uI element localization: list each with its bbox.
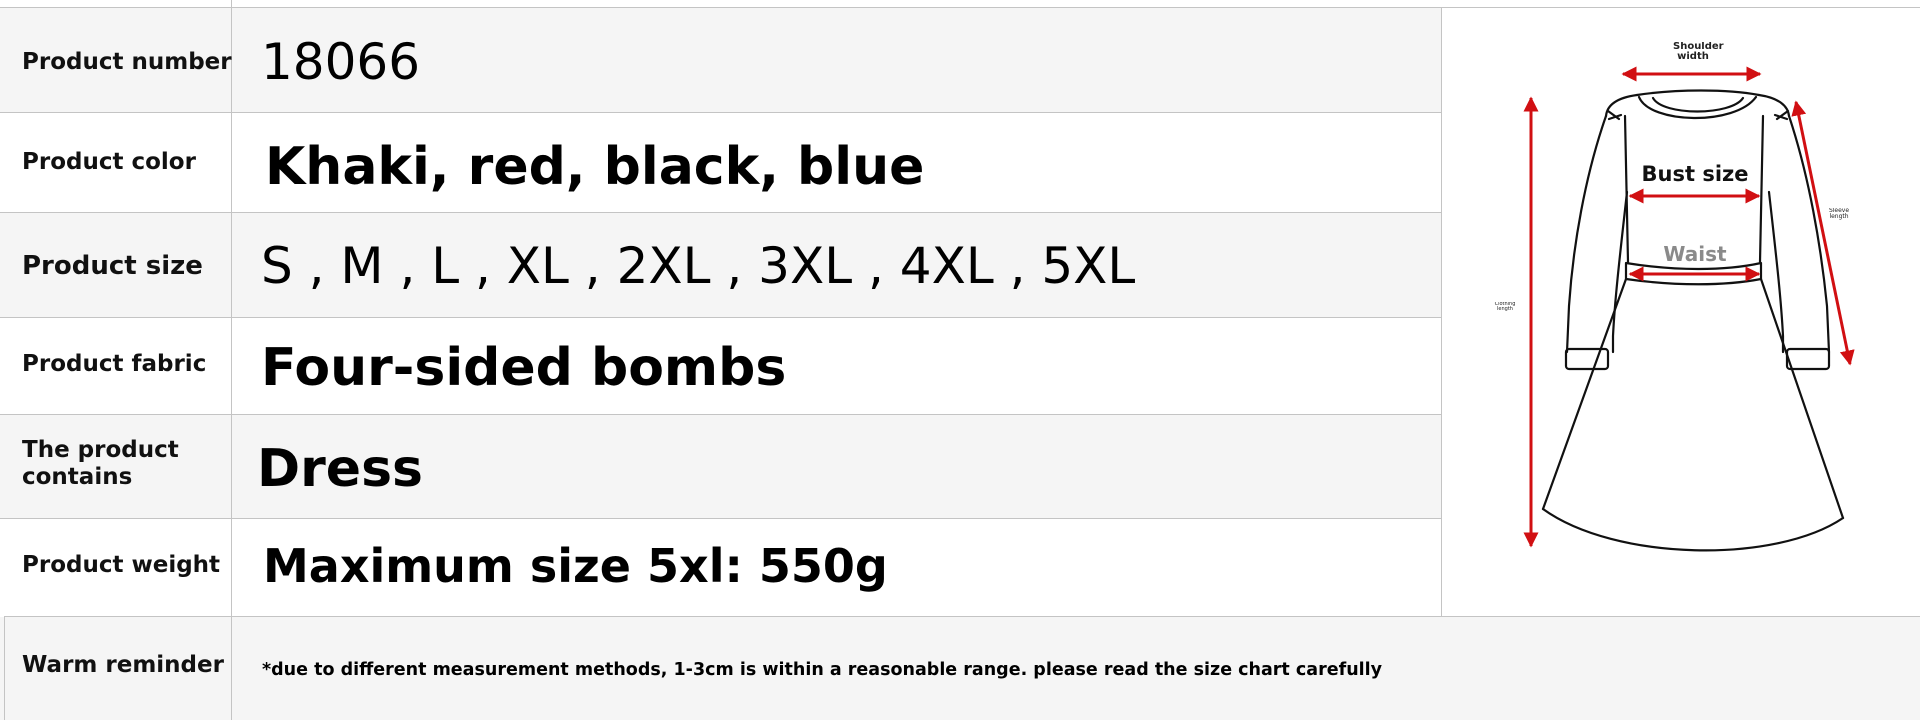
- label-product-number: Product number: [22, 49, 232, 75]
- right-sleeve-inner: [1767, 190, 1785, 354]
- value-product-weight: Maximum size 5xl: 550g: [263, 539, 888, 593]
- bust-size-label: Bust size: [1641, 162, 1749, 186]
- table-top-border: [0, 7, 1920, 8]
- value-column-right-border: [1441, 8, 1442, 616]
- shoulder-width-label: Shoulder width: [1673, 42, 1724, 62]
- label-warm-reminder: Warm reminder: [22, 652, 224, 678]
- left-sleeve-outer: [1565, 114, 1608, 354]
- reminder-left-border: [4, 617, 5, 720]
- clothing-length-label: Clothing length: [1494, 302, 1516, 312]
- measurement-arrows: [1523, 66, 1855, 548]
- dress-outline: [1541, 89, 1845, 552]
- skirt-hem: [1541, 507, 1845, 552]
- row-divider: [0, 317, 1441, 318]
- neck-opening: [1637, 95, 1758, 120]
- label-product-color: Product color: [22, 149, 196, 175]
- row-divider: [0, 212, 1441, 213]
- waist-label: Waist: [1663, 242, 1727, 266]
- waist-label-box: Waist: [1663, 242, 1727, 266]
- skirt-right: [1759, 277, 1845, 520]
- value-product-fabric: Four-sided bombs: [261, 338, 787, 398]
- label-product-contains: The product contains: [22, 437, 179, 490]
- row-bg-product-contains: [0, 415, 1441, 518]
- skirt-left: [1541, 277, 1628, 511]
- value-product-color: Khaki, red, black, blue: [265, 137, 925, 197]
- left-cuff: [1564, 347, 1610, 371]
- sleeve-length-arrow: [1791, 100, 1855, 366]
- bust-size-label-box: Bust size: [1641, 162, 1749, 186]
- row-divider: [0, 414, 1441, 415]
- sleeve-length-label-box: Sleeve length: [1828, 208, 1850, 220]
- value-product-contains: Dress: [257, 439, 423, 499]
- size-chart-figure: Shoulder width Bust size Waist Sleeve le…: [1445, 16, 1920, 602]
- label-product-fabric: Product fabric: [22, 351, 207, 377]
- right-cuff: [1785, 347, 1831, 371]
- label-product-weight: Product weight: [22, 552, 221, 578]
- neckline: [1635, 89, 1761, 97]
- dress-diagram: Shoulder width Bust size Waist Sleeve le…: [1494, 42, 1855, 552]
- row-divider: [0, 112, 1441, 113]
- value-product-size: S , M , L , XL , 2XL , 3XL , 4XL , 5XL: [261, 237, 1136, 295]
- sleeve-length-label: Sleeve length: [1828, 208, 1850, 220]
- row-divider: [4, 616, 1920, 617]
- shoulder-width-label-box: Shoulder width: [1673, 42, 1724, 62]
- value-product-number: 18066: [261, 33, 421, 91]
- reminder-text: *due to different measurement methods, 1…: [262, 660, 1383, 680]
- clothing-length-label-box: Clothing length: [1494, 302, 1516, 312]
- row-divider: [0, 518, 1441, 519]
- label-product-size: Product size: [22, 251, 203, 281]
- label-column-divider: [231, 0, 232, 720]
